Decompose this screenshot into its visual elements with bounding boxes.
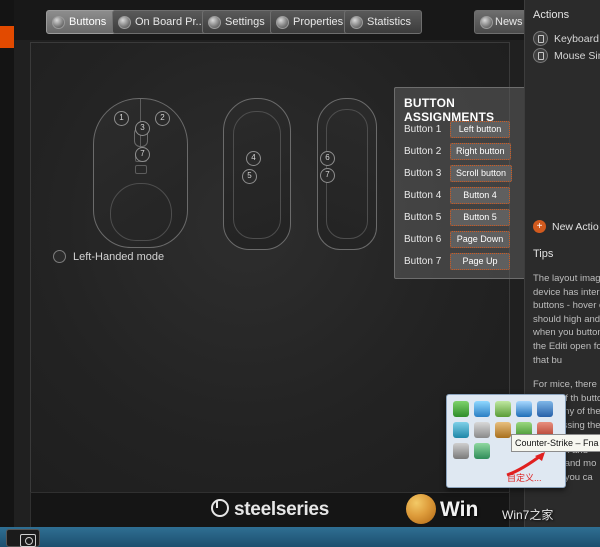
assignment-value-7[interactable]: Page Up (450, 253, 510, 270)
left-edge-strip (0, 0, 14, 547)
taskbar (0, 527, 600, 547)
assignment-label-7: Button 7 (404, 256, 450, 267)
tray-icon-5[interactable] (537, 401, 553, 417)
tab-on-board-profiles-label: On Board Pr... (135, 16, 205, 28)
callout-5[interactable]: 5 (242, 169, 257, 184)
tab-statistics[interactable]: Statistics (344, 10, 422, 34)
assignment-row-6[interactable]: Button 6 Page Down (404, 228, 522, 250)
new-action-label: New Actio (552, 221, 599, 233)
annotation-text: 自定义... (507, 471, 542, 484)
sidebar-item-mouse-label: Mouse Sin... (554, 50, 600, 62)
tab-news-label: News (495, 16, 523, 28)
new-action-button[interactable]: + New Actio (533, 220, 599, 233)
assignment-row-3[interactable]: Button 3 Scroll button (404, 162, 522, 184)
assignment-label-3: Button 3 (404, 168, 450, 179)
tray-icon-4[interactable] (516, 401, 532, 417)
assignment-label-6: Button 6 (404, 234, 450, 245)
watermark: Win Win7之家 (406, 492, 566, 528)
assignment-value-4[interactable]: Button 4 (450, 187, 510, 204)
assignment-label-4: Button 4 (404, 190, 450, 201)
mouse-side-contour (233, 111, 281, 239)
callout-7[interactable]: 7 (135, 147, 150, 162)
actions-title: Actions (533, 9, 569, 21)
mouse-left-side-view[interactable] (223, 98, 291, 250)
watermark-orb-icon (406, 494, 436, 524)
watermark-text: Win (440, 498, 478, 522)
mouse-palm-area (110, 183, 172, 241)
callout-3[interactable]: 3 (135, 121, 150, 136)
button-assignments-list: Button 1 Left button Button 2 Right butt… (404, 118, 522, 272)
sidebar-item-mouse[interactable]: Mouse Sin... (533, 48, 600, 63)
tray-icon-3[interactable] (495, 401, 511, 417)
assignment-row-7[interactable]: Button 7 Page Up (404, 250, 522, 272)
circle-icon (208, 16, 221, 29)
tray-icon-2[interactable] (474, 401, 490, 417)
tab-settings[interactable]: Settings (202, 10, 276, 34)
button-assignments-panel: BUTTON ASSIGNMENTS Button 1 Left button … (394, 87, 528, 279)
callout-6a[interactable]: 6 (320, 151, 335, 166)
tab-properties-label: Properties (293, 16, 343, 28)
tray-icon-12[interactable] (474, 443, 490, 459)
mouse-small-button-2 (135, 165, 147, 174)
sidebar-item-keyboard-label: Keyboard ... (554, 33, 600, 45)
circle-icon (276, 16, 289, 29)
mouse-icon (533, 48, 548, 63)
tips-paragraph-1: The layout imag device has inter buttons… (533, 272, 600, 367)
camera-icon (20, 534, 36, 547)
assignment-value-5[interactable]: Button 5 (450, 209, 510, 226)
tab-on-board-profiles[interactable]: On Board Pr... (112, 10, 216, 34)
tab-properties[interactable]: Properties (270, 10, 354, 34)
assignment-value-1[interactable]: Left button (450, 121, 510, 138)
sidebar-item-keyboard[interactable]: Keyboard ... (533, 31, 600, 46)
callout-4[interactable]: 4 (246, 151, 261, 166)
steelseries-logo-icon (211, 499, 229, 517)
callout-6b[interactable]: 7 (320, 168, 335, 183)
tips-title: Tips (533, 248, 553, 260)
circle-icon (480, 16, 493, 29)
tray-icon-1[interactable] (453, 401, 469, 417)
taskbar-app-button[interactable] (6, 529, 40, 547)
left-handed-mode-checkbox[interactable] (53, 250, 66, 263)
assignment-row-2[interactable]: Button 2 Right button (404, 140, 522, 162)
tab-buttons-label: Buttons (69, 16, 106, 28)
assignment-value-6[interactable]: Page Down (450, 231, 510, 248)
tray-icon-8[interactable] (495, 422, 511, 438)
left-handed-mode-label: Left-Handed mode (73, 251, 164, 263)
assignment-value-2[interactable]: Right button (450, 143, 511, 160)
tray-icon-11[interactable] (453, 443, 469, 459)
callout-2[interactable]: 2 (155, 111, 170, 126)
tab-statistics-label: Statistics (367, 16, 411, 28)
tray-popup-window[interactable]: Counter-Strike – Fna 自定义... (446, 394, 566, 488)
brand-name: steelseries (234, 499, 329, 520)
circle-icon (52, 16, 65, 29)
circle-icon (118, 16, 131, 29)
assignment-label-1: Button 1 (404, 124, 450, 135)
assignment-label-2: Button 2 (404, 146, 450, 157)
assignment-row-4[interactable]: Button 4 Button 4 (404, 184, 522, 206)
device-layout-workspace: 1 2 3 7 4 5 6 7 Left-Handed mode B (30, 42, 510, 494)
assignment-row-5[interactable]: Button 5 Button 5 (404, 206, 522, 228)
tray-icon-7[interactable] (474, 422, 490, 438)
assignment-row-1[interactable]: Button 1 Left button (404, 118, 522, 140)
assignment-label-5: Button 5 (404, 212, 450, 223)
assignment-value-3[interactable]: Scroll button (450, 165, 512, 182)
tab-bar: Buttons On Board Pr... Settings Properti… (14, 0, 524, 40)
steelseries-engine-window: ◂ ◂ Buttons On Board Pr... Settings Prop… (0, 0, 600, 547)
keyboard-icon (533, 31, 548, 46)
tray-icon-6[interactable] (453, 422, 469, 438)
watermark-subtext: Win7之家 (502, 506, 553, 523)
left-edge-accent (0, 26, 14, 48)
tab-settings-label: Settings (225, 16, 265, 28)
plus-icon: + (533, 220, 546, 233)
circle-icon (350, 16, 363, 29)
callout-1[interactable]: 1 (114, 111, 129, 126)
tab-buttons[interactable]: Buttons (46, 10, 117, 34)
left-handed-mode-row[interactable]: Left-Handed mode (53, 250, 164, 263)
